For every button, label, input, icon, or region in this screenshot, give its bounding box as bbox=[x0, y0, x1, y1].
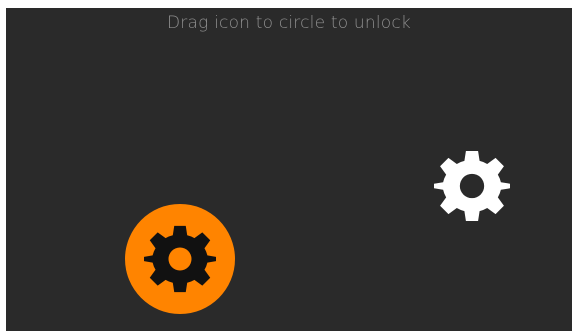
unlock-target-circle bbox=[125, 204, 235, 314]
gear-icon bbox=[144, 225, 216, 293]
draggable-gear-handle[interactable] bbox=[434, 148, 510, 224]
gear-icon[interactable] bbox=[434, 148, 510, 224]
unlock-screen: Drag icon to circle to unlock bbox=[6, 8, 572, 331]
unlock-instruction: Drag icon to circle to unlock bbox=[167, 13, 411, 33]
